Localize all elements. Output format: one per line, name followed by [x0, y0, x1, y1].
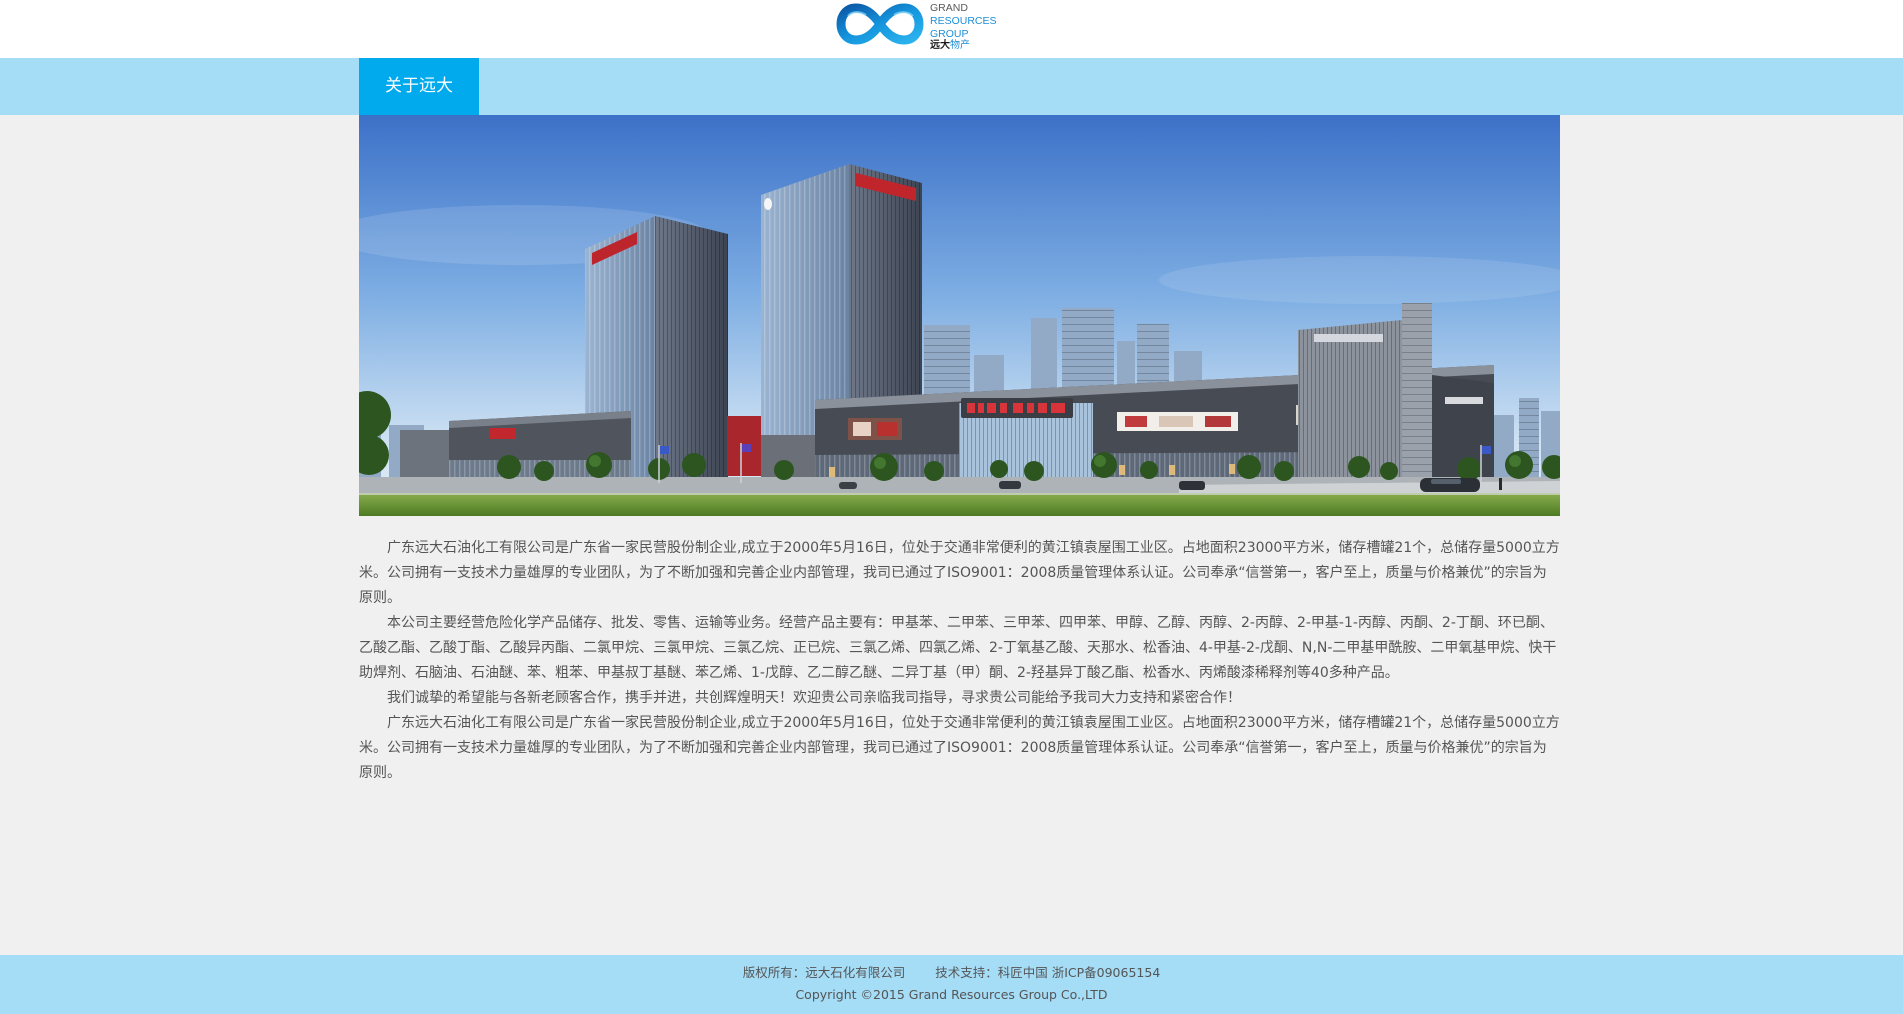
logo-wordmark: GRAND RESOURCES GROUP 远大物产: [930, 2, 997, 53]
main-nav: 关于远大: [0, 58, 1903, 115]
about-text: 广东远大石油化工有限公司是广东省一家民营股份制企业,成立于2000年5月16日，…: [359, 516, 1560, 786]
logo-cn-accent: 物产: [950, 40, 970, 52]
paragraph-products: 本公司主要经营危险化学产品储存、批发、零售、运输等业务。经营产品主要有：甲基苯、…: [359, 615, 1557, 681]
ground: [359, 477, 1560, 516]
logo-line-group: GROUP: [930, 27, 969, 40]
main-content: 广东远大石油化工有限公司是广东省一家民营股份制企业,成立于2000年5月16日，…: [0, 115, 1903, 955]
site-footer: 版权所有：远大石化有限公司 技术支持：科匠中国 浙ICP备09065154 Cop…: [0, 955, 1903, 1014]
paragraph-intro: 广东远大石油化工有限公司是广东省一家民营股份制企业,成立于2000年5月16日，…: [359, 540, 1560, 606]
nav-tab-about[interactable]: 关于远大: [359, 58, 479, 115]
nav-inner: 关于远大: [359, 58, 1560, 115]
footer-copyright-owner: 版权所有：远大石化有限公司: [742, 965, 906, 980]
banner-image: [359, 115, 1560, 516]
logo-chinese-name: 远大物产: [930, 40, 997, 53]
footer-copyright-line: Copyright ©2015 Grand Resources Group Co…: [795, 987, 1108, 1002]
logo-line-grand: GRAND: [930, 2, 968, 14]
paragraph-intro-repeat: 广东远大石油化工有限公司是广东省一家民营股份制企业,成立于2000年5月16日，…: [359, 715, 1560, 781]
paragraph-cooperation: 我们诚挚的希望能与各新老顾客合作，携手并进，共创辉煌明天！欢迎贵公司亲临我司指导…: [387, 690, 1241, 706]
logo-line-resources: RESOURCES: [930, 14, 997, 27]
logo-cn-main: 远大: [930, 40, 950, 52]
site-header: GRAND RESOURCES GROUP 远大物产: [0, 0, 1903, 58]
footer-line-1: 版权所有：远大石化有限公司 技术支持：科匠中国 浙ICP备09065154: [0, 962, 1903, 984]
brand-logo[interactable]: GRAND RESOURCES GROUP 远大物产: [836, 1, 998, 55]
footer-tech-support[interactable]: 技术支持：科匠中国 浙ICP备09065154: [935, 965, 1160, 980]
infinity-logo-icon: [836, 3, 924, 45]
